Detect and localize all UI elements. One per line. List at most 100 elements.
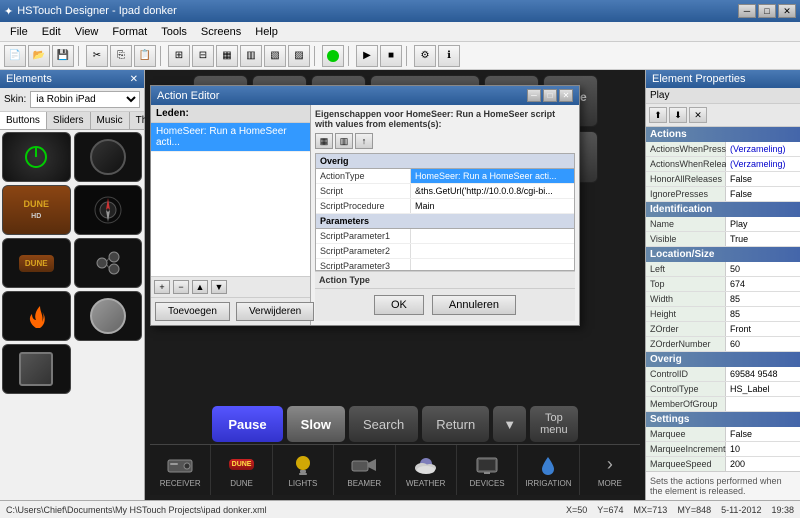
- prop-value-left[interactable]: 50: [726, 262, 800, 276]
- prop-value-top[interactable]: 674: [726, 277, 800, 291]
- titlebar-controls[interactable]: ─ □ ✕: [738, 4, 796, 18]
- maximize-button[interactable]: □: [758, 4, 776, 18]
- section-identification[interactable]: Identification: [646, 202, 800, 217]
- menu-edit[interactable]: Edit: [36, 24, 67, 40]
- tree-row-param3[interactable]: ScriptParameter3: [316, 259, 574, 271]
- toolbar-stop[interactable]: ■: [380, 45, 402, 67]
- element-nodes[interactable]: [74, 238, 143, 288]
- button-arrow-down[interactable]: ▼: [493, 406, 526, 442]
- tree-row-param2[interactable]: ScriptParameter2: [316, 244, 574, 259]
- tree-value-param2[interactable]: [411, 244, 574, 258]
- element-square-button[interactable]: [2, 344, 71, 394]
- toevoegen-button[interactable]: Toevoegen: [155, 302, 230, 321]
- toolbar-paste[interactable]: 📋: [134, 45, 156, 67]
- section-actions[interactable]: Actions: [646, 127, 800, 142]
- tree-row-param1[interactable]: ScriptParameter1: [316, 229, 574, 244]
- section-locationsize[interactable]: Location/Size: [646, 247, 800, 262]
- tree-row-script[interactable]: Script &ths.GetUrl('http://10.0.0.8/cgi-…: [316, 184, 574, 199]
- tree-row-scriptproc[interactable]: ScriptProcedure Main: [316, 199, 574, 214]
- right-tool2[interactable]: ▥: [335, 133, 353, 149]
- element-dune1[interactable]: DUNEHD: [2, 185, 71, 235]
- button-pause[interactable]: Pause: [212, 406, 282, 442]
- section-settings[interactable]: Settings: [646, 412, 800, 427]
- menu-screens[interactable]: Screens: [195, 24, 247, 40]
- tree-row-actiontype[interactable]: ActionType HomeSeer: Run a HomeSeer acti…: [316, 169, 574, 184]
- element-circle-button[interactable]: [74, 291, 143, 341]
- icon-irrigation[interactable]: IRRIGATION: [518, 445, 579, 495]
- annuleren-button[interactable]: Annuleren: [432, 295, 516, 315]
- prop-value-visible[interactable]: True: [726, 232, 800, 246]
- prop-value-memberofgroup[interactable]: [726, 397, 800, 411]
- menu-tools[interactable]: Tools: [155, 24, 193, 40]
- prop-value-marqueespeed[interactable]: 200: [726, 457, 800, 471]
- prop-value-marquee[interactable]: False: [726, 427, 800, 441]
- menu-view[interactable]: View: [69, 24, 105, 40]
- props-btn-2[interactable]: ⬇: [669, 107, 687, 123]
- toolbar-cut[interactable]: ✂: [86, 45, 108, 67]
- toolbar-green-circle[interactable]: [322, 45, 344, 67]
- prop-value-name[interactable]: Play: [726, 217, 800, 231]
- tree-value-scriptproc[interactable]: Main: [411, 199, 574, 213]
- icon-weather[interactable]: WEATHER: [396, 445, 457, 495]
- leden-up[interactable]: ▲: [192, 280, 208, 294]
- button-return[interactable]: Return: [422, 406, 489, 442]
- section-overig[interactable]: Overig: [646, 352, 800, 367]
- element-dark1[interactable]: [74, 132, 143, 182]
- menu-help[interactable]: Help: [249, 24, 284, 40]
- icon-receiver[interactable]: RECEIVER: [150, 445, 211, 495]
- prop-value-actionswhenpress[interactable]: (Verzameling): [726, 142, 800, 156]
- button-search[interactable]: Search: [349, 406, 418, 442]
- prop-value-ignorepresses[interactable]: False: [726, 187, 800, 201]
- element-dune2[interactable]: DUNE: [2, 238, 71, 288]
- icon-dune[interactable]: DUNE DUNE: [211, 445, 272, 495]
- toolbar-grid2[interactable]: ⊟: [192, 45, 214, 67]
- toolbar-open[interactable]: 📂: [28, 45, 50, 67]
- ok-button[interactable]: OK: [374, 295, 424, 315]
- tree-section-params[interactable]: Parameters: [316, 214, 574, 229]
- tab-sliders[interactable]: Sliders: [47, 112, 91, 129]
- icon-lights[interactable]: LIGHTS: [273, 445, 334, 495]
- tree-value-param3[interactable]: [411, 259, 574, 271]
- toolbar-align3[interactable]: ▧: [264, 45, 286, 67]
- skin-dropdown[interactable]: ia Robin iPad: [30, 91, 140, 108]
- prop-value-honorallreleases[interactable]: False: [726, 172, 800, 186]
- prop-value-width[interactable]: 85: [726, 292, 800, 306]
- element-compass[interactable]: [74, 185, 143, 235]
- canvas-area[interactable]: 4ghi 5jkl 6mno URL2nd audio Repeat Angle…: [145, 70, 645, 500]
- prop-value-controlid[interactable]: 69584 9548: [726, 367, 800, 381]
- toolbar-align2[interactable]: ▥: [240, 45, 262, 67]
- toolbar-save[interactable]: 💾: [52, 45, 74, 67]
- right-tool1[interactable]: ▦: [315, 133, 333, 149]
- toolbar-new[interactable]: 📄: [4, 45, 26, 67]
- leden-down[interactable]: ▼: [211, 280, 227, 294]
- close-button[interactable]: ✕: [778, 4, 796, 18]
- props-btn-1[interactable]: ⬆: [649, 107, 667, 123]
- prop-value-zordernumber[interactable]: 60: [726, 337, 800, 351]
- minimize-button[interactable]: ─: [738, 4, 756, 18]
- toolbar-info[interactable]: ℹ: [438, 45, 460, 67]
- element-power[interactable]: [2, 132, 71, 182]
- icon-beamer[interactable]: BEAMER: [334, 445, 395, 495]
- tree-value-actiontype[interactable]: HomeSeer: Run a HomeSeer acti...: [411, 169, 574, 183]
- toolbar-align4[interactable]: ▨: [288, 45, 310, 67]
- toolbar-copy[interactable]: ⎘: [110, 45, 132, 67]
- dialog-controls[interactable]: ─ □ ✕: [527, 89, 573, 102]
- prop-value-controltype[interactable]: HS_Label: [726, 382, 800, 396]
- right-tool3[interactable]: ↑: [355, 133, 373, 149]
- dialog-close[interactable]: ✕: [559, 89, 573, 102]
- verwijderen-button[interactable]: Verwijderen: [236, 302, 314, 321]
- leden-remove[interactable]: −: [173, 280, 189, 294]
- menu-format[interactable]: Format: [106, 24, 153, 40]
- dialog-maximize[interactable]: □: [543, 89, 557, 102]
- dialog-minimize[interactable]: ─: [527, 89, 541, 102]
- leden-add[interactable]: +: [154, 280, 170, 294]
- elements-close[interactable]: ✕: [130, 74, 138, 85]
- tree-value-param1[interactable]: [411, 229, 574, 243]
- icon-more[interactable]: › MORE: [580, 445, 640, 495]
- toolbar-align[interactable]: ▦: [216, 45, 238, 67]
- toolbar-settings[interactable]: ⚙: [414, 45, 436, 67]
- toolbar-play[interactable]: ▶: [356, 45, 378, 67]
- button-top-menu[interactable]: Topmenu: [530, 406, 578, 442]
- toolbar-grid[interactable]: ⊞: [168, 45, 190, 67]
- tab-buttons[interactable]: Buttons: [0, 112, 47, 129]
